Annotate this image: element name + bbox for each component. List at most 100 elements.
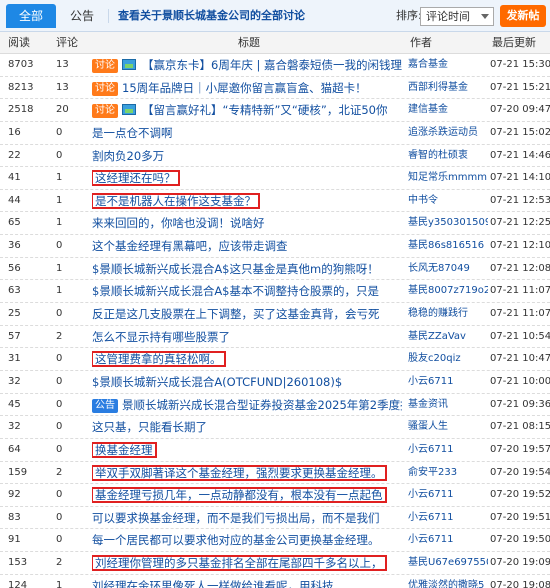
- post-title-link[interactable]: 怎么不显示持有哪些股票了: [92, 330, 230, 344]
- author-link[interactable]: 优雅淡然的撒晓5: [408, 575, 488, 588]
- post-title-link[interactable]: $景顺长城新兴成长混合A(OTCFUND|260108)$: [92, 375, 342, 389]
- author-link[interactable]: 稳稳的赚践行: [408, 303, 488, 325]
- post-title-link[interactable]: $景顺长城新兴成长混合A$基本不调整持仓股票的，只是: [92, 284, 379, 298]
- last-updated: 07-21 08:15: [490, 421, 550, 433]
- table-row[interactable]: 36 0 这个基金经理有黑幕吧，应该带走调查 基民86s816516 07-21 12:…: [0, 235, 550, 258]
- author-link[interactable]: 基金资讯: [408, 394, 488, 416]
- post-title-link[interactable]: 反正是这几支股票在上下调整，买了这基金真背，会亏死: [92, 307, 380, 321]
- post-title-link[interactable]: 15周年品牌日｜小犀邀你留言赢盲盒、猫超卡！: [122, 81, 367, 95]
- post-title-cell: 刘经理在金环里像死人一样做给谁看呢，用科技: [92, 575, 402, 588]
- image-icon: [122, 59, 136, 70]
- post-title-link[interactable]: 基金经理亏损几年，一点动静都没有，根本没有一点起色: [92, 487, 387, 504]
- table-row[interactable]: 153 2 刘经理你管理的多只基金排名全部在尾部四千多名以上， 基民U67e69755…: [0, 552, 550, 575]
- author-link[interactable]: 追涨杀跌运动员: [408, 122, 488, 144]
- table-row[interactable]: 32 0 $景顺长城新兴成长混合A(OTCFUND|260108)$ 小云6711 07…: [0, 371, 550, 394]
- author-link[interactable]: 基民86s816516: [408, 235, 488, 257]
- table-row[interactable]: 63 1 $景顺长城新兴成长混合A$基本不调整持仓股票的，只是 基民8007z719o…: [0, 280, 550, 304]
- post-title-link[interactable]: 这管理费拿的真轻松啊。: [92, 351, 226, 368]
- post-title-link[interactable]: 刘经理你管理的多只基金排名全部在尾部四千多名以上，: [92, 555, 387, 572]
- table-row[interactable]: 32 0 这只基，只能看长期了 骚蛋人生 07-21 08:15: [0, 416, 550, 439]
- table-row[interactable]: 64 0 换基金经理 小云6711 07-20 19:57: [0, 439, 550, 462]
- post-title-link[interactable]: 可以要求换基金经理，而不是我们亏损出局，而不是我们: [92, 511, 380, 525]
- table-row[interactable]: 16 0 是一点仓不调啊 追涨杀跌运动员 07-21 15:02: [0, 122, 550, 145]
- table-row[interactable]: 92 0 基金经理亏损几年，一点动静都没有，根本没有一点起色 小云6711 07-20 …: [0, 484, 550, 507]
- post-title-link[interactable]: 【留言赢好礼】“专精特新”又“硬核”，北证50你: [142, 103, 387, 117]
- last-updated: 07-21 11:07: [490, 285, 550, 297]
- post-title-cell: $景顺长城新兴成长混合A$这只基金是真他m的狗熊呀！: [92, 258, 402, 280]
- author-link[interactable]: 小云6711: [408, 371, 488, 393]
- tab-notice[interactable]: 公告: [70, 4, 94, 28]
- author-link[interactable]: 基民U67e697550: [408, 552, 488, 574]
- table-row[interactable]: 91 0 每一个居民都可以要求他对应的基金公司更换基金经理。 小云6711 07-20 …: [0, 529, 550, 553]
- author-link[interactable]: 小云6711: [408, 484, 488, 506]
- author-link[interactable]: 俞安平233: [408, 462, 488, 484]
- tab-all[interactable]: 全部: [6, 4, 56, 28]
- post-title-link[interactable]: 举双手双脚著译这个基金经理，强烈要求更换基金经理。: [92, 464, 387, 481]
- author-link[interactable]: 建信基金: [408, 99, 488, 121]
- post-title-link[interactable]: 换基金经理: [92, 441, 157, 458]
- post-title-link[interactable]: 【赢京东卡】6周年庆 | 嘉合磐泰短债一我的闲钱理: [142, 58, 402, 72]
- table-row[interactable]: 45 0 公告 景顺长城新兴成长混合型证券投资基金2025年第2季度报 基金资讯 07-2…: [0, 394, 550, 417]
- table-row[interactable]: 56 1 $景顺长城新兴成长混合A$这只基金是真他m的狗熊呀！ 长风无87049 07-…: [0, 258, 550, 281]
- table-row[interactable]: 8213 13 讨论 15周年品牌日｜小犀邀你留言赢盲盒、猫超卡！ 西部利得基金 07-2…: [0, 77, 550, 100]
- table-row[interactable]: 83 0 可以要求换基金经理，而不是我们亏损出局，而不是我们 小云6711 07-20 …: [0, 507, 550, 530]
- post-title-link[interactable]: 这个基金经理有黑幕吧，应该带走调查: [92, 239, 288, 253]
- read-count: 16: [8, 126, 21, 138]
- last-updated: 07-20 19:09: [490, 557, 550, 569]
- table-row[interactable]: 25 0 反正是这几支股票在上下调整，买了这基金真背，会亏死 稳稳的赚践行 07-21 …: [0, 303, 550, 326]
- table-row[interactable]: 44 1 是不是机器人在操作这支基金？ 中书令 07-21 12:53: [0, 190, 550, 213]
- table-row[interactable]: 41 1 这经理还在吗？ 知足常乐mmmm 07-21 14:10: [0, 167, 550, 190]
- post-title-cell: 讨论 【留言赢好礼】“专精特新”又“硬核”，北证50你: [92, 99, 402, 121]
- author-link[interactable]: 基民8007z719o2: [408, 280, 488, 302]
- sort-select[interactable]: 评论时间: [420, 7, 494, 26]
- author-link[interactable]: 骚蛋人生: [408, 416, 488, 438]
- post-title-link[interactable]: 景顺长城新兴成长混合型证券投资基金2025年第2季度报: [122, 398, 402, 412]
- author-link[interactable]: 小云6711: [408, 529, 488, 551]
- post-title-cell: 刘经理你管理的多只基金排名全部在尾部四千多名以上，: [92, 552, 402, 574]
- author-link[interactable]: 西部利得基金: [408, 77, 488, 99]
- post-title-link[interactable]: 刘经理在金环里像死人一样做给谁看呢，用科技: [92, 579, 334, 588]
- author-link[interactable]: 知足常乐mmmm: [408, 167, 488, 189]
- comment-count: 2: [56, 557, 63, 569]
- author-link[interactable]: 嘉合基金: [408, 54, 488, 76]
- post-title-link[interactable]: 每一个居民都可以要求他对应的基金公司更换基金经理。: [92, 533, 380, 547]
- post-title-link[interactable]: 这经理还在吗？: [92, 170, 180, 187]
- table-row[interactable]: 22 0 割肉负20多万 睿智的杜硕衷 07-21 14:46: [0, 145, 550, 168]
- author-link[interactable]: 股友c20qiz: [408, 348, 488, 370]
- table-row[interactable]: 31 0 这管理费拿的真轻松啊。 股友c20qiz 07-21 10:47: [0, 348, 550, 371]
- read-count: 32: [8, 421, 21, 433]
- table-row[interactable]: 65 1 来来回回的，你啥也没调！说啥好 基民y350301509 07-21 12:2…: [0, 212, 550, 236]
- post-title-link[interactable]: 割肉负20多万: [92, 149, 164, 163]
- table-row[interactable]: 124 1 刘经理在金环里像死人一样做给谁看呢，用科技 优雅淡然的撒晓5 07-20 1…: [0, 575, 550, 588]
- read-count: 8213: [8, 81, 34, 93]
- comment-count: 0: [56, 511, 63, 523]
- divider: [108, 9, 109, 23]
- post-title-link[interactable]: 这只基，只能看长期了: [92, 420, 207, 434]
- comment-count: 0: [56, 353, 63, 365]
- comment-count: 0: [56, 240, 63, 252]
- all-discussions-link[interactable]: 查看关于景顺长城基金公司的全部讨论: [118, 4, 305, 28]
- author-link[interactable]: 中书令: [408, 190, 488, 212]
- author-link[interactable]: 基民y350301509: [408, 212, 488, 234]
- post-title-cell: 基金经理亏损几年，一点动静都没有，根本没有一点起色: [92, 484, 402, 506]
- author-link[interactable]: 小云6711: [408, 507, 488, 529]
- post-title-link[interactable]: 是不是机器人在操作这支基金？: [92, 192, 260, 209]
- post-title-link[interactable]: 来来回回的，你啥也没调！说啥好: [92, 216, 265, 230]
- post-list: 8703 13 讨论 【赢京东卡】6周年庆 | 嘉合磐泰短债一我的闲钱理 嘉合基金 07-…: [0, 54, 550, 588]
- author-link[interactable]: 基民ZZaVav: [408, 326, 488, 348]
- post-title-cell: 公告 景顺长城新兴成长混合型证券投资基金2025年第2季度报: [92, 394, 402, 416]
- last-updated: 07-21 15:02: [490, 126, 550, 138]
- read-count: 64: [8, 443, 21, 455]
- table-row[interactable]: 2518 20 讨论 【留言赢好礼】“专精特新”又“硬核”，北证50你 建信基金 07-2…: [0, 99, 550, 122]
- table-row[interactable]: 159 2 举双手双脚著译这个基金经理，强烈要求更换基金经理。 俞安平233 07-20…: [0, 462, 550, 485]
- table-row[interactable]: 57 2 怎么不显示持有哪些股票了 基民ZZaVav 07-21 10:54: [0, 326, 550, 349]
- author-link[interactable]: 睿智的杜硕衷: [408, 145, 488, 167]
- post-title-link[interactable]: $景顺长城新兴成长混合A$这只基金是真他m的狗熊呀！: [92, 262, 379, 276]
- new-post-button[interactable]: 发新帖: [500, 5, 546, 27]
- table-row[interactable]: 8703 13 讨论 【赢京东卡】6周年庆 | 嘉合磐泰短债一我的闲钱理 嘉合基金 07-…: [0, 54, 550, 77]
- comment-count: 1: [56, 172, 63, 184]
- post-title-link[interactable]: 是一点仓不调啊: [92, 126, 173, 140]
- author-link[interactable]: 小云6711: [408, 439, 488, 461]
- comment-count: 0: [56, 489, 63, 501]
- author-link[interactable]: 长风无87049: [408, 258, 488, 280]
